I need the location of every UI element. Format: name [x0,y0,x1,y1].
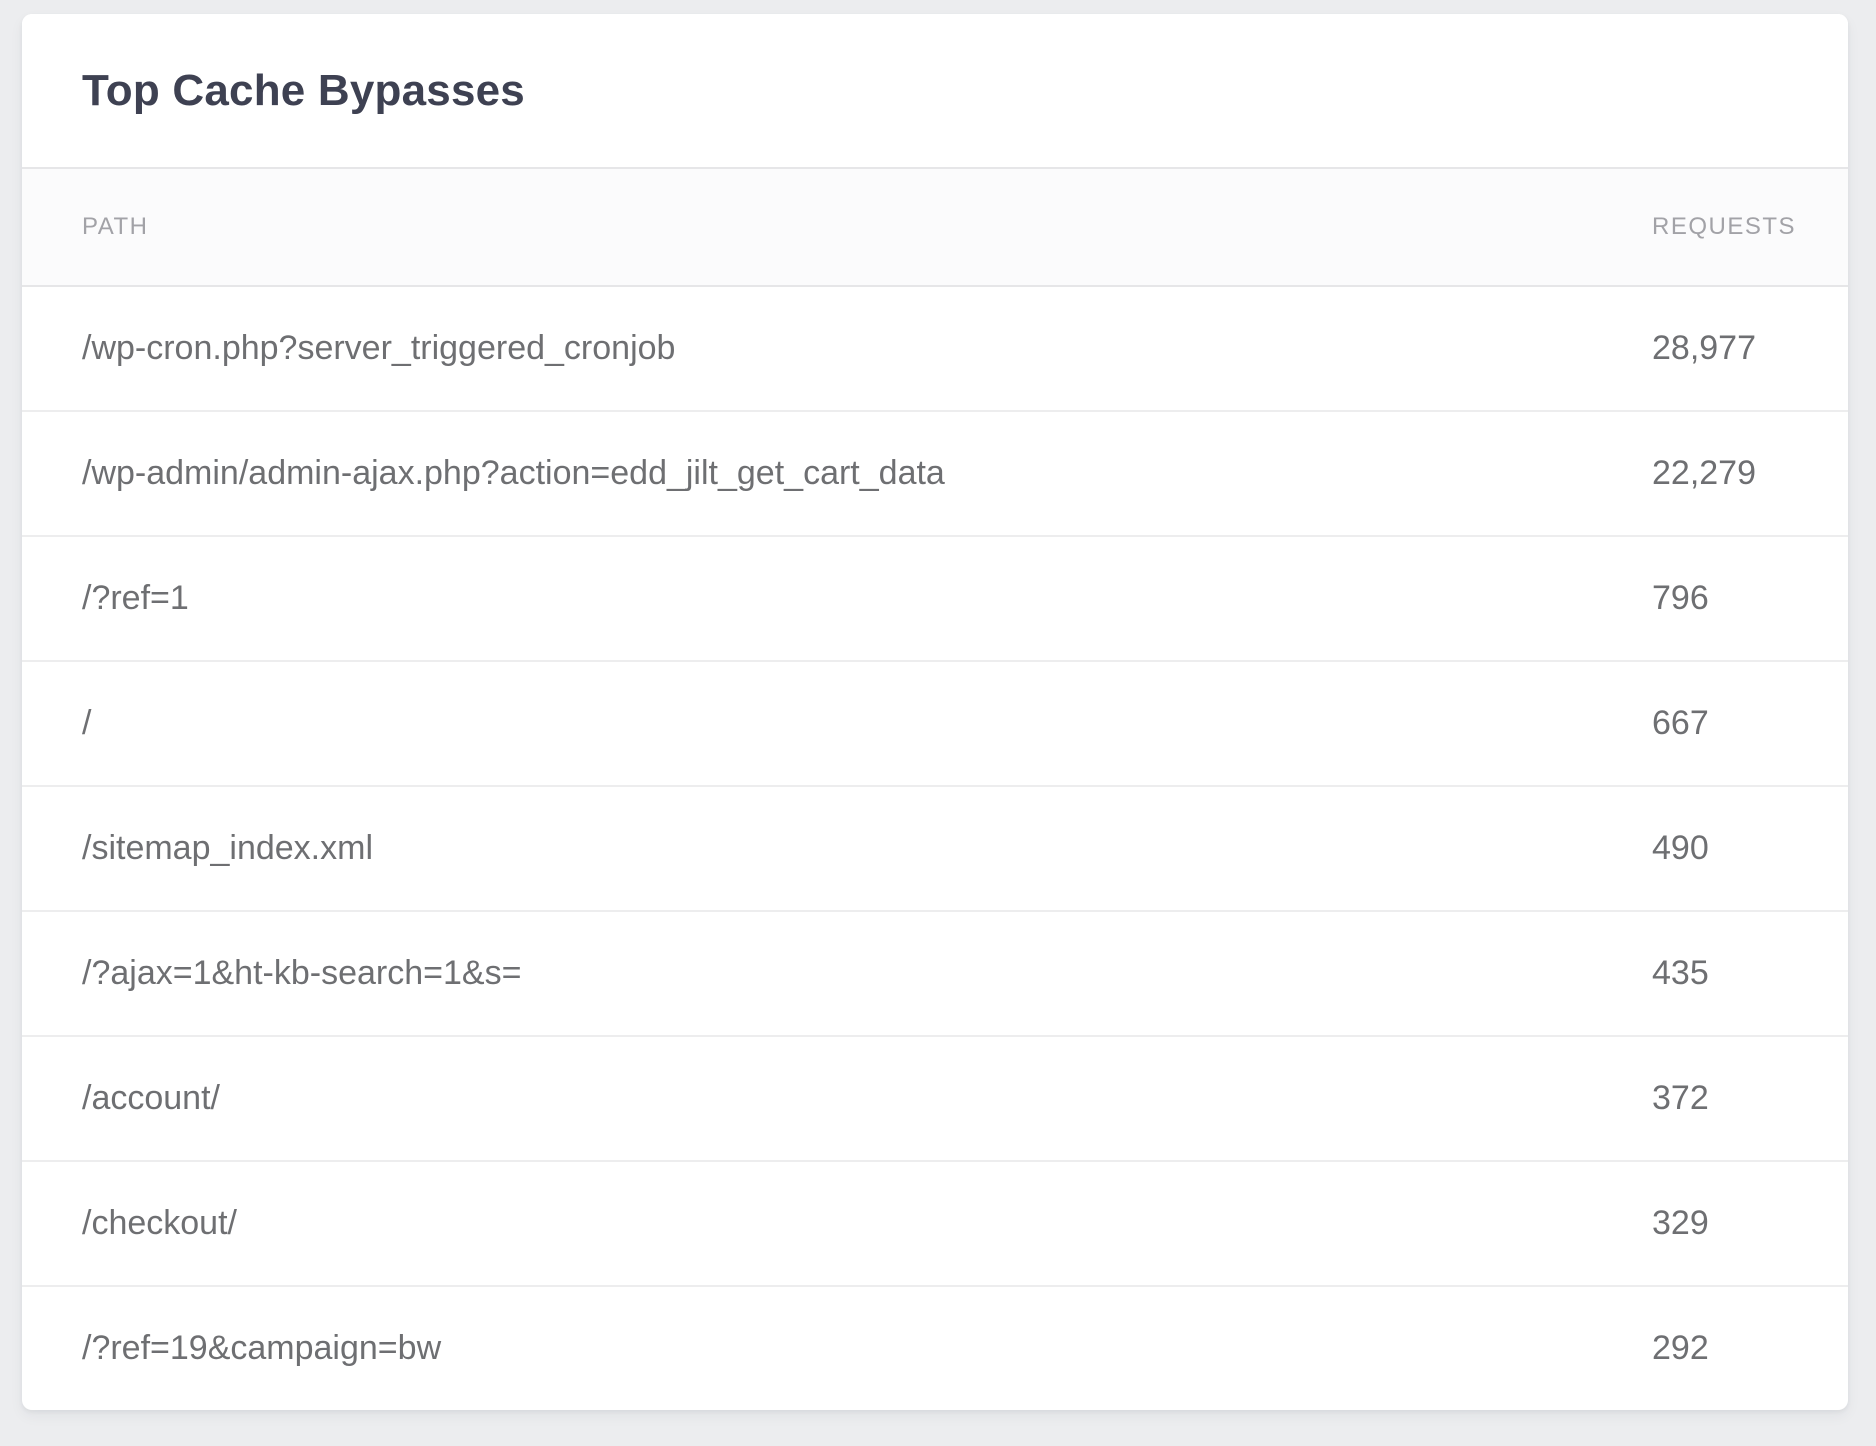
path-cell: /checkout/ [22,1161,1652,1286]
requests-cell: 490 [1652,786,1848,911]
requests-cell: 435 [1652,911,1848,1036]
table-row: /checkout/329 [22,1161,1848,1286]
page-title: Top Cache Bypasses [82,66,525,116]
requests-cell: 28,977 [1652,286,1848,411]
table-body: /wp-cron.php?server_triggered_cronjob28,… [22,286,1848,1410]
table-header-row: PATH REQUESTS [22,169,1848,286]
requests-cell: 667 [1652,661,1848,786]
path-cell: /?ref=1 [22,536,1652,661]
card-header: Top Cache Bypasses [22,14,1848,169]
column-header-path: PATH [22,169,1652,286]
path-cell: /wp-cron.php?server_triggered_cronjob [22,286,1652,411]
requests-cell: 329 [1652,1161,1848,1286]
table-row: /wp-cron.php?server_triggered_cronjob28,… [22,286,1848,411]
table-row: /account/372 [22,1036,1848,1161]
table-row: /?ref=19&campaign=bw292 [22,1286,1848,1410]
requests-cell: 372 [1652,1036,1848,1161]
requests-cell: 796 [1652,536,1848,661]
table-row: /sitemap_index.xml490 [22,786,1848,911]
table-row: /?ref=1796 [22,536,1848,661]
table-row: /wp-admin/admin-ajax.php?action=edd_jilt… [22,411,1848,536]
path-cell: /account/ [22,1036,1652,1161]
top-cache-bypasses-card: Top Cache Bypasses PATH REQUESTS /wp-cro… [22,14,1848,1410]
path-cell: / [22,661,1652,786]
column-header-requests: REQUESTS [1652,169,1848,286]
table-header: PATH REQUESTS [22,169,1848,286]
cache-bypasses-table: PATH REQUESTS /wp-cron.php?server_trigge… [22,169,1848,1410]
requests-cell: 22,279 [1652,411,1848,536]
requests-cell: 292 [1652,1286,1848,1410]
table-row: /?ajax=1&ht-kb-search=1&s=435 [22,911,1848,1036]
path-cell: /?ajax=1&ht-kb-search=1&s= [22,911,1652,1036]
path-cell: /wp-admin/admin-ajax.php?action=edd_jilt… [22,411,1652,536]
path-cell: /sitemap_index.xml [22,786,1652,911]
table-row: /667 [22,661,1848,786]
path-cell: /?ref=19&campaign=bw [22,1286,1652,1410]
